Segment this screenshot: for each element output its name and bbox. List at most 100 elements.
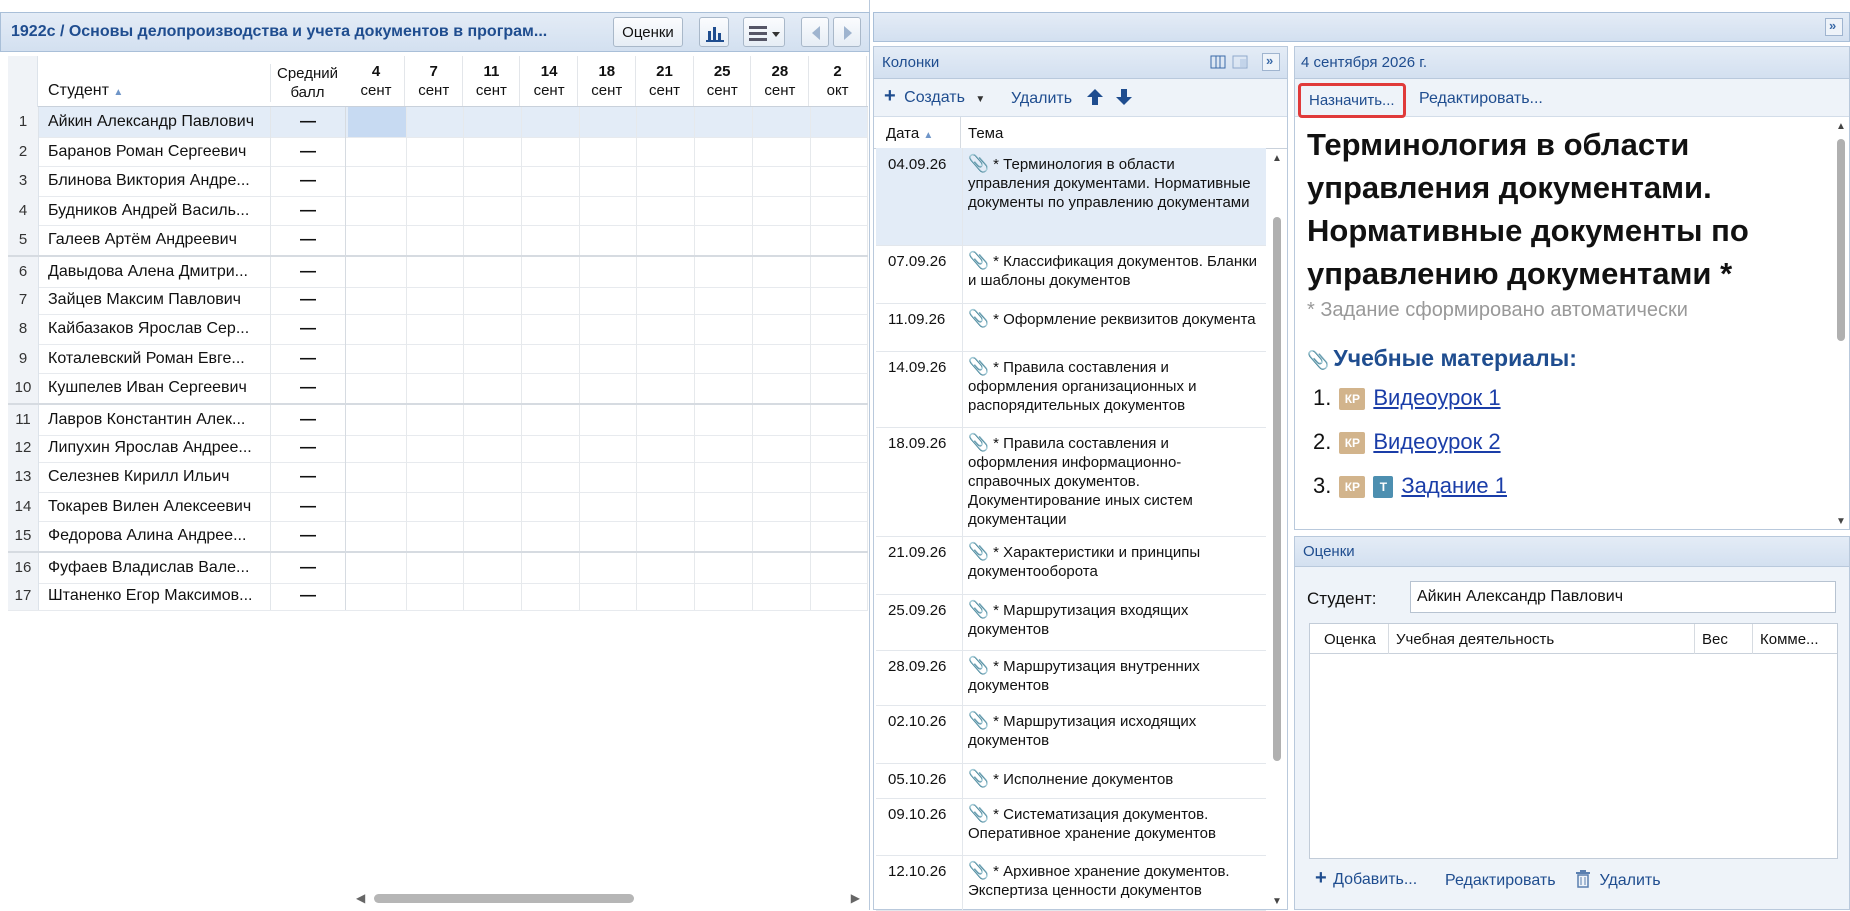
student-name[interactable]: Айкин Александр Павлович bbox=[48, 107, 268, 136]
grade-cell[interactable] bbox=[637, 521, 696, 551]
table-row[interactable]: 17 Штаненко Егор Максимов... — bbox=[8, 580, 869, 612]
grade-cell[interactable] bbox=[810, 166, 869, 196]
grade-cell[interactable] bbox=[752, 284, 811, 315]
grade-cell[interactable] bbox=[752, 580, 811, 611]
list-item[interactable]: 18.09.26 📎 * Правила составления и оформле… bbox=[876, 427, 1266, 537]
grade-cell[interactable] bbox=[694, 343, 753, 374]
material-link[interactable]: Видеоурок 1 bbox=[1373, 385, 1500, 410]
grade-cell[interactable] bbox=[521, 405, 580, 435]
grade-cell[interactable] bbox=[521, 225, 580, 255]
student-name[interactable]: Кушпелев Иван Сергеевич bbox=[48, 373, 268, 402]
grade-cell[interactable] bbox=[406, 580, 465, 611]
grade-cell[interactable] bbox=[406, 521, 465, 551]
grade-cell[interactable] bbox=[521, 521, 580, 551]
grade-cell[interactable] bbox=[348, 257, 407, 287]
grade-cell[interactable] bbox=[463, 257, 523, 287]
list-item[interactable]: 09.10.26 📎 * Систематизация документов. Оп… bbox=[876, 798, 1266, 856]
grade-cell[interactable] bbox=[579, 314, 638, 344]
student-name[interactable]: Блинова Виктория Андре... bbox=[48, 166, 268, 195]
grade-cell[interactable] bbox=[694, 580, 753, 611]
grade-cell[interactable] bbox=[348, 314, 407, 344]
date-column-header[interactable]: 25 сент bbox=[694, 56, 752, 106]
create-button[interactable]: + Создать ▼ bbox=[884, 86, 985, 107]
grade-cell[interactable] bbox=[463, 314, 523, 344]
grade-cell[interactable] bbox=[637, 343, 696, 374]
grade-cell[interactable] bbox=[521, 257, 580, 287]
prev-button[interactable] bbox=[801, 17, 829, 47]
grade-cell[interactable] bbox=[810, 580, 869, 611]
grade-cell[interactable] bbox=[348, 107, 407, 137]
grade-cell[interactable] bbox=[348, 553, 407, 583]
table-row[interactable]: 4 Будников Андрей Василь... — bbox=[8, 195, 869, 227]
grade-cell[interactable] bbox=[810, 491, 869, 522]
scroll-thumb[interactable] bbox=[374, 894, 634, 903]
list-item[interactable]: 02.10.26 📎 * Маршрутизация исходящих докум… bbox=[876, 705, 1266, 764]
student-name[interactable]: Штаненко Егор Максимов... bbox=[48, 581, 268, 610]
grade-cell[interactable] bbox=[810, 195, 869, 226]
student-name[interactable]: Токарев Вилен Алексеевич bbox=[48, 492, 268, 521]
grade-cell[interactable] bbox=[463, 580, 523, 611]
date-column-header[interactable]: 14 сент bbox=[521, 56, 579, 106]
grade-cell[interactable] bbox=[406, 432, 465, 463]
grade-cell[interactable] bbox=[810, 343, 869, 374]
grade-cell[interactable] bbox=[637, 462, 696, 492]
next-button[interactable] bbox=[833, 17, 861, 47]
grade-cell[interactable] bbox=[521, 343, 580, 374]
grade-cell[interactable] bbox=[521, 166, 580, 196]
col-grade-header[interactable]: Оценка bbox=[1324, 631, 1376, 648]
student-name[interactable]: Будников Андрей Василь... bbox=[48, 196, 268, 225]
grade-cell[interactable] bbox=[406, 462, 465, 492]
grade-cell[interactable] bbox=[406, 257, 465, 287]
grade-cell[interactable] bbox=[694, 462, 753, 492]
grade-cell[interactable] bbox=[521, 580, 580, 611]
student-name[interactable]: Селезнев Кирилл Ильич bbox=[48, 462, 268, 491]
grade-cell[interactable] bbox=[521, 553, 580, 583]
table-row[interactable]: 2 Баранов Роман Сергеевич — bbox=[8, 136, 869, 168]
grade-cell[interactable] bbox=[694, 405, 753, 435]
grade-cell[interactable] bbox=[694, 373, 753, 403]
grade-cell[interactable] bbox=[348, 405, 407, 435]
date-column-header[interactable]: 7 сент bbox=[406, 56, 463, 106]
table-row[interactable]: 13 Селезнев Кирилл Ильич — bbox=[8, 462, 869, 493]
grade-cell[interactable] bbox=[637, 314, 696, 344]
grade-cell[interactable] bbox=[406, 195, 465, 226]
grade-cell[interactable] bbox=[463, 553, 523, 583]
grade-cell[interactable] bbox=[810, 432, 869, 463]
grade-cell[interactable] bbox=[810, 521, 869, 551]
student-name[interactable]: Зайцев Максим Павлович bbox=[48, 285, 268, 314]
grade-cell[interactable] bbox=[637, 107, 696, 137]
table-row[interactable]: 10 Кушпелев Иван Сергеевич — bbox=[8, 373, 869, 404]
date-column-header[interactable]: 28 сент bbox=[752, 56, 809, 106]
student-field[interactable]: Айкин Александр Павлович bbox=[1410, 581, 1836, 613]
grade-cell[interactable] bbox=[406, 314, 465, 344]
grade-cell[interactable] bbox=[810, 405, 869, 435]
grade-cell[interactable] bbox=[752, 521, 811, 551]
grade-cell[interactable] bbox=[637, 491, 696, 522]
grade-cell[interactable] bbox=[406, 166, 465, 196]
list-item[interactable]: 04.09.26 📎 * Терминология в области управл… bbox=[876, 148, 1266, 246]
grade-cell[interactable] bbox=[348, 136, 407, 167]
list-item[interactable]: 14.09.26 📎 * Правила составления и оформле… bbox=[876, 351, 1266, 428]
material-link[interactable]: Видеоурок 2 bbox=[1373, 429, 1500, 454]
table-row[interactable]: 9 Коталевский Роман Евге... — bbox=[8, 343, 869, 375]
grade-cell[interactable] bbox=[694, 225, 753, 255]
list-item[interactable]: 12.10.26 📎 * Архивное хранение документов.… bbox=[876, 855, 1266, 911]
scroll-thumb[interactable] bbox=[1273, 217, 1281, 761]
grade-cell[interactable] bbox=[579, 553, 638, 583]
grade-cell[interactable] bbox=[694, 257, 753, 287]
grade-cell[interactable] bbox=[521, 491, 580, 522]
edit-grade-button[interactable]: Редактировать bbox=[1445, 872, 1556, 890]
arrow-up-icon[interactable] bbox=[1085, 87, 1105, 112]
grade-cell[interactable] bbox=[752, 462, 811, 492]
student-name[interactable]: Кайбазаков Ярослав Сер... bbox=[48, 314, 268, 343]
grade-cell[interactable] bbox=[348, 284, 407, 315]
grade-cell[interactable] bbox=[752, 343, 811, 374]
table-row[interactable]: 6 Давыдова Алена Дмитри... — bbox=[8, 255, 869, 288]
grade-cell[interactable] bbox=[521, 432, 580, 463]
grade-cell[interactable] bbox=[463, 225, 523, 255]
grade-cell[interactable] bbox=[579, 284, 638, 315]
grade-cell[interactable] bbox=[752, 195, 811, 226]
grade-cell[interactable] bbox=[752, 553, 811, 583]
delete-grade-button[interactable]: Удалить bbox=[1575, 870, 1661, 893]
grade-cell[interactable] bbox=[406, 136, 465, 167]
